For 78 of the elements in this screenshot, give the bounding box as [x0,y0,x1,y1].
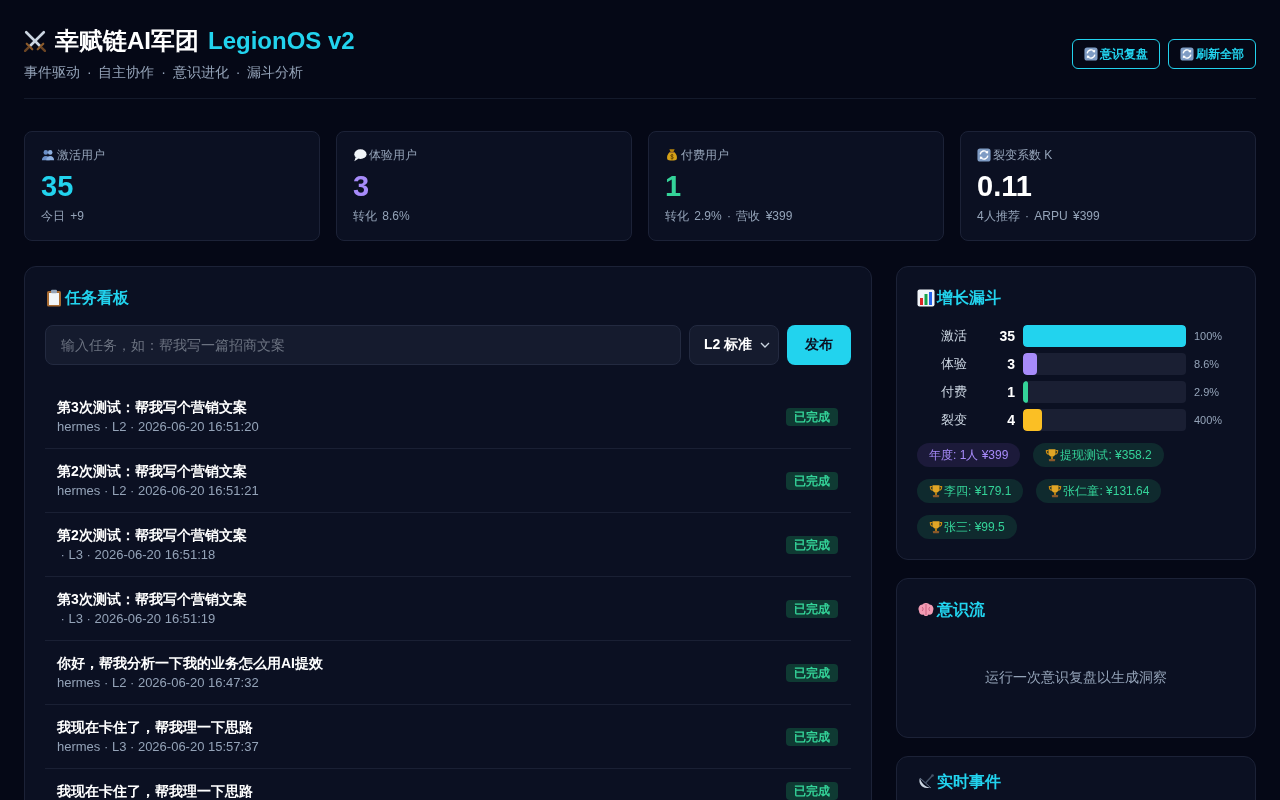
clipboard-icon [45,289,63,307]
task-meta: hermes · L2 · 2026-06-20 16:51:20 [57,418,259,436]
stat-value: 35 [41,169,75,203]
status-badge: 已完成 [786,664,838,682]
reward-label: 张仁童: ¥131.64 [1063,482,1150,500]
stat-value: 0.11 [977,169,1033,203]
status-badge: 已完成 [786,536,838,554]
product-name: LegionOS v2 [208,26,355,56]
refresh-icon [977,148,991,162]
stage-label: 付费 [940,383,968,401]
status-badge: 已完成 [786,728,838,746]
consciousness-review-button[interactable]: 意识复盘 [1072,39,1160,69]
refresh-icon [1084,47,1098,61]
task-meta: · L3 · 2026-06-20 16:51:19 [59,610,217,628]
plan-label: 年度: 1人 ¥399 [929,446,1009,464]
stage-label: 裂变 [940,411,968,429]
stage-count: 3 [1006,356,1015,372]
trophy-icon [929,520,943,534]
stat-note: 今日 +9 [41,208,85,225]
stage-percent: 400% [1194,414,1224,426]
refresh-all-button[interactable]: 刷新全部 [1168,39,1256,69]
stat-value: 3 [353,169,371,203]
task-meta: hermes · L2 · 2026-06-20 16:51:21 [57,482,259,500]
panel-title: 任务看板 [65,288,129,308]
task-title[interactable]: 我现在卡住了，帮我理一下思路 [57,781,253,800]
stat-value: 1 [665,169,683,203]
stat-label: 激活用户 [57,147,105,163]
reward-label: 张三: ¥99.5 [944,518,1005,536]
status-badge: 已完成 [786,472,838,490]
task-meta: hermes · L3 · 2026-06-20 15:57:37 [57,738,259,756]
stat-label: 裂变系数 K [993,147,1053,163]
task-title[interactable]: 第3次测试：帮我写个营销文案 [57,589,247,609]
stage-count: 1 [1006,384,1015,400]
panel-title: 增长漏斗 [937,288,1001,308]
stage-percent: 100% [1194,330,1224,342]
stage-label: 体验 [940,355,968,373]
crossed-swords-icon [24,30,46,52]
subtitle: 事件驱动 · 自主协作 · 意识进化 · 漏斗分析 [24,63,305,82]
status-badge: 已完成 [786,600,838,618]
status-badge: 已完成 [786,408,838,426]
stat-label: 体验用户 [369,147,417,163]
trophy-icon [1045,448,1060,462]
money-bag-icon [665,148,679,162]
trophy-icon [929,484,943,498]
task-meta: hermes · L2 · 2026-06-20 16:47:32 [57,674,260,692]
task-meta: · L3 · 2026-06-20 16:51:18 [59,546,217,564]
people-icon [41,148,55,162]
satellite-dish-icon [917,773,935,791]
brain-icon [917,601,935,619]
task-title[interactable]: 第2次测试：帮我写个营销文案 [57,461,259,481]
stage-count: 4 [1006,412,1015,428]
publish-button[interactable]: 发布 [787,325,851,365]
stat-label: 付费用户 [681,147,729,163]
task-title[interactable]: 你好，帮我分析一下我的业务怎么用AI提效 [57,653,323,673]
stat-note: 4人推荐 · ARPU ¥399 [977,208,1101,225]
task-input[interactable]: 输入任务，如：帮我写一篇招商文案 [45,325,681,365]
level-select[interactable]: L2 标准 [689,325,779,365]
stage-percent: 8.6% [1194,358,1221,370]
chevron-down-icon [760,342,770,348]
status-badge: 已完成 [786,782,838,800]
stage-percent: 2.9% [1194,386,1221,398]
stat-note: 转化 8.6% [353,208,411,225]
stat-note: 转化 2.9% · 营收 ¥399 [665,208,794,225]
speech-bubble-icon [353,148,367,162]
trophy-icon [1048,484,1063,498]
reward-label: 李四: ¥179.1 [944,482,1012,500]
task-title[interactable]: 第3次测试：帮我写个营销文案 [57,397,259,417]
task-title[interactable]: 第2次测试：帮我写个营销文案 [57,525,247,545]
bar-chart-icon [917,289,935,307]
refresh-icon [1180,47,1194,61]
reward-label: 提现测试: ¥358.2 [1060,446,1152,464]
empty-state-text: 运行一次意识复盘以生成洞察 [984,668,1168,687]
stage-label: 激活 [940,327,968,345]
task-title[interactable]: 我现在卡住了，帮我理一下思路 [57,717,259,737]
panel-title: 意识流 [937,600,985,620]
stage-count: 35 [998,328,1015,344]
panel-title: 实时事件 [937,772,1001,792]
app-title: 幸赋链AI军团 [55,26,199,56]
